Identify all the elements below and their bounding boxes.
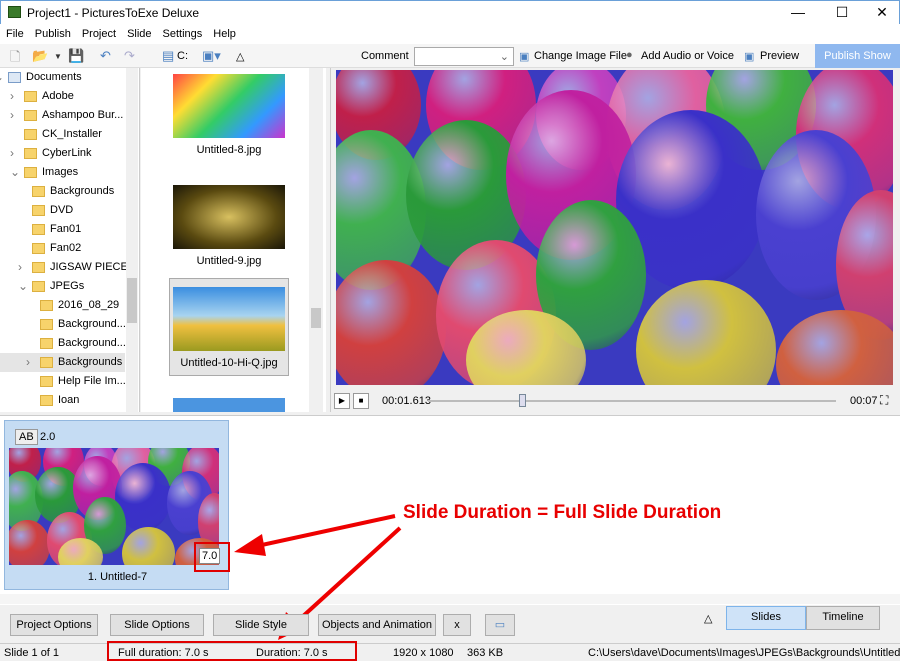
status-path: C:\Users\dave\Documents\Images\JPEGs\Bac… — [588, 647, 900, 659]
status-size: 363 KB — [467, 647, 504, 659]
collapse-icon[interactable]: △ — [704, 612, 712, 625]
arrow-to-status — [288, 526, 402, 630]
tab-slides[interactable]: Slides — [726, 606, 806, 630]
arrow-head — [234, 534, 266, 556]
slide-options-button[interactable]: Slide Options — [110, 614, 204, 636]
annotation-arrows — [234, 514, 402, 640]
arrow-to-duration-badge — [247, 514, 396, 550]
project-options-button[interactable]: Project Options — [10, 614, 98, 636]
tab-timeline[interactable]: Timeline — [806, 606, 880, 630]
status-slide: Slide 1 of 1 — [4, 647, 60, 659]
objects-animation-button[interactable]: Objects and Animation — [318, 614, 436, 636]
x-button[interactable]: x — [443, 614, 471, 636]
window-icon[interactable]: ▭ — [485, 614, 515, 636]
annotation-status-box — [107, 641, 357, 661]
status-resolution: 1920 x 1080 — [393, 647, 454, 659]
slide-style-button[interactable]: Slide Style — [213, 614, 309, 636]
